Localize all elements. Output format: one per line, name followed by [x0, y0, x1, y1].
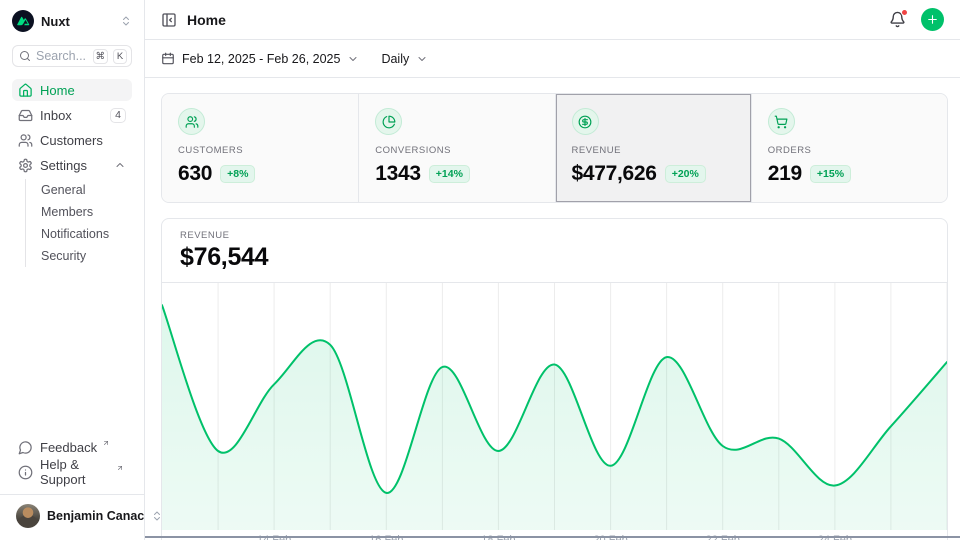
stats-row: CUSTOMERS 630 +8% CONVERSIONS 1343 +14% REVENU…: [161, 93, 948, 203]
stat-label: REVENUE: [572, 145, 735, 156]
revenue-chart-card: REVENUE $76,544 14 Feb16 Feb18 Feb20 Feb…: [161, 218, 948, 540]
stat-value: $477,626: [572, 162, 657, 186]
stat-delta-badge: +15%: [810, 165, 851, 183]
calendar-icon: [161, 52, 175, 66]
sidebar-item-label: Inbox: [40, 108, 72, 123]
sidebar-item-inbox[interactable]: Inbox 4: [12, 104, 132, 126]
stat-value: 630: [178, 162, 212, 186]
sidebar-subitem-notifications[interactable]: Notifications: [37, 223, 132, 245]
stat-label: CONVERSIONS: [375, 145, 538, 156]
stat-value-row: 1343 +14%: [375, 162, 538, 186]
date-range-picker[interactable]: Feb 12, 2025 - Feb 26, 2025: [161, 52, 359, 66]
stat-value: 1343: [375, 162, 421, 186]
sidebar-footer-nav: Feedback Help & Support: [12, 436, 132, 486]
kbd-meta: ⌘: [93, 49, 109, 64]
period-label: Daily: [381, 52, 409, 66]
topbar: Home: [145, 0, 960, 40]
add-button[interactable]: [921, 8, 944, 31]
inbox-count-badge: 4: [110, 108, 126, 123]
sidebar-item-customers[interactable]: Customers: [12, 129, 132, 151]
users-icon: [178, 108, 205, 135]
stat-value-row: 219 +15%: [768, 162, 931, 186]
stat-card-conversions[interactable]: CONVERSIONS 1343 +14%: [358, 94, 554, 202]
revenue-chart-svg: [162, 283, 947, 530]
sidebar-item-label: Settings: [40, 158, 87, 173]
stat-delta-badge: +14%: [429, 165, 470, 183]
avatar: [16, 504, 40, 528]
team-selector[interactable]: Nuxt: [12, 10, 132, 32]
chart-total-value: $76,544: [180, 243, 929, 272]
settings-icon: [18, 158, 33, 173]
user-name: Benjamin Canac: [47, 509, 144, 523]
x-axis-labels: 14 Feb16 Feb18 Feb20 Feb22 Feb24 Feb: [162, 530, 947, 540]
date-range-label: Feb 12, 2025 - Feb 26, 2025: [182, 52, 340, 66]
chevron-up-icon: [114, 159, 126, 171]
stat-label: CUSTOMERS: [178, 145, 342, 156]
sidebar-item-home[interactable]: Home: [12, 79, 132, 101]
search-icon: [19, 50, 31, 62]
notification-dot: [901, 9, 908, 16]
settings-submenu: GeneralMembersNotificationsSecurity: [25, 179, 132, 267]
sidebar-item-label: Help & Support: [40, 457, 111, 487]
sidebar-item-label: Feedback: [40, 440, 97, 455]
search-placeholder: Search...: [36, 49, 88, 63]
sidebar-nav: Home Inbox 4 Customers Settings GeneralMember…: [12, 79, 132, 271]
filter-toolbar: Feb 12, 2025 - Feb 26, 2025 Daily: [145, 40, 960, 78]
nuxt-logo-icon: [12, 10, 34, 32]
chevrons-up-down-icon: [120, 15, 132, 27]
sidebar-item-label: Home: [40, 83, 75, 98]
horizontal-scrollbar[interactable]: [145, 536, 960, 538]
inbox-icon: [18, 108, 33, 123]
chevron-down-icon: [416, 53, 428, 65]
stat-value-row: $477,626 +20%: [572, 162, 735, 186]
team-name: Nuxt: [41, 14, 113, 29]
revenue-area-chart[interactable]: [162, 283, 947, 530]
dollar-icon: [572, 108, 599, 135]
plus-icon: [926, 13, 939, 26]
stat-value-row: 630 +8%: [178, 162, 342, 186]
info-icon: [18, 465, 33, 480]
stat-delta-badge: +20%: [665, 165, 706, 183]
sidebar-subitem-members[interactable]: Members: [37, 201, 132, 223]
stat-label: ORDERS: [768, 145, 931, 156]
stat-card-revenue[interactable]: REVENUE $477,626 +20%: [555, 94, 751, 202]
sidebar-item-settings[interactable]: Settings: [12, 154, 132, 176]
sidebar-item-label: Customers: [40, 133, 103, 148]
stat-value: 219: [768, 162, 802, 186]
users-icon: [18, 133, 33, 148]
external-link-icon: [102, 439, 110, 447]
chart-title: REVENUE: [180, 230, 929, 241]
chart-header: REVENUE $76,544: [162, 219, 947, 283]
cart-icon: [768, 108, 795, 135]
pie-icon: [375, 108, 402, 135]
search-input[interactable]: Search... ⌘ K: [12, 45, 132, 67]
main-area: Home Feb 12, 2025 - Feb 26, 2025 Daily C…: [145, 0, 960, 540]
sidebar-subitem-general[interactable]: General: [37, 179, 132, 201]
sidebar-subitem-security[interactable]: Security: [37, 245, 132, 267]
kbd-k: K: [113, 49, 127, 64]
sidebar: Nuxt Search... ⌘ K Home Inbox 4 Customers Se…: [0, 0, 145, 540]
stat-card-customers[interactable]: CUSTOMERS 630 +8%: [162, 94, 358, 202]
sidebar-collapse-icon[interactable]: [161, 12, 177, 28]
external-link-icon: [116, 464, 124, 472]
user-menu[interactable]: Benjamin Canac: [12, 495, 132, 532]
dashboard-content: CUSTOMERS 630 +8% CONVERSIONS 1343 +14% REVENU…: [145, 78, 960, 540]
message-icon: [18, 440, 33, 455]
period-select[interactable]: Daily: [381, 52, 428, 66]
stat-delta-badge: +8%: [220, 165, 255, 183]
sidebar-spacer: [12, 271, 132, 436]
page-title: Home: [187, 12, 226, 28]
sidebar-item-help-support[interactable]: Help & Support: [12, 461, 132, 483]
stat-card-orders[interactable]: ORDERS 219 +15%: [751, 94, 947, 202]
sidebar-item-feedback[interactable]: Feedback: [12, 436, 132, 458]
notifications-button[interactable]: [889, 11, 906, 28]
topbar-actions: [889, 8, 944, 31]
chevron-down-icon: [347, 53, 359, 65]
home-icon: [18, 83, 33, 98]
